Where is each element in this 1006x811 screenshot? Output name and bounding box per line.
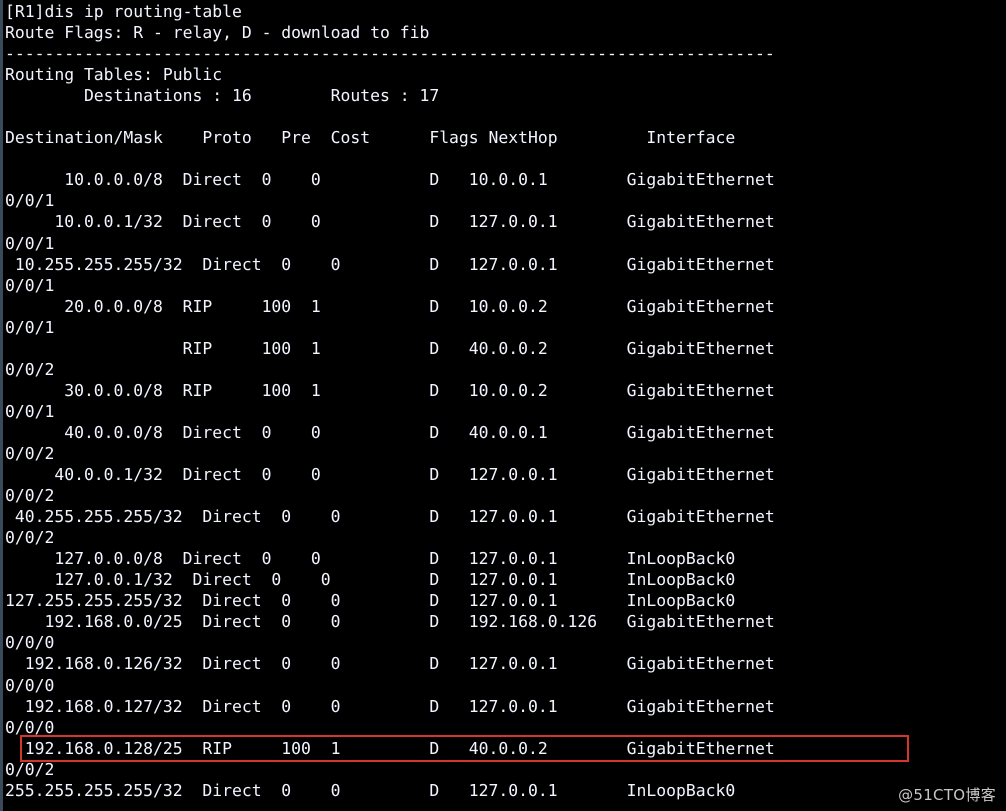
routing-table-output: [R1]dis ip routing-table Route Flags: R … [5, 2, 775, 800]
terminal-window[interactable]: [R1]dis ip routing-table Route Flags: R … [0, 0, 1006, 811]
watermark-label: @51CTO博客 [898, 786, 996, 804]
